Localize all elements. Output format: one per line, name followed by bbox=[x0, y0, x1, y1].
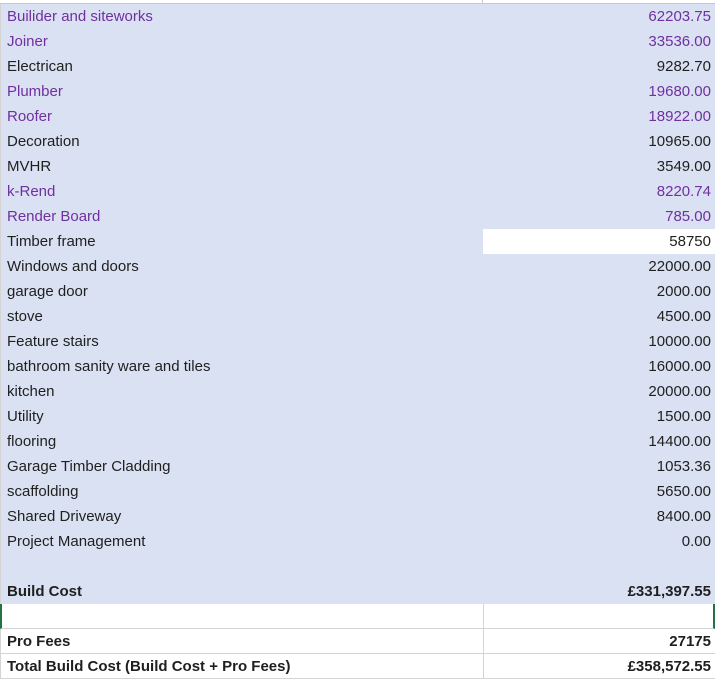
cost-item-row[interactable]: Builider and siteworks 62203.75 bbox=[0, 4, 715, 29]
blank-label-cell[interactable] bbox=[0, 554, 483, 579]
cost-item-label[interactable]: Render Board bbox=[0, 204, 483, 229]
selected-label-cell[interactable] bbox=[0, 604, 483, 629]
cost-item-label[interactable]: Electrican bbox=[0, 54, 483, 79]
cost-item-value[interactable]: 5650.00 bbox=[483, 479, 715, 504]
build-cost-value[interactable]: £331,397.55 bbox=[483, 579, 715, 604]
cost-item-label[interactable]: Feature stairs bbox=[0, 329, 483, 354]
cost-item-row[interactable]: Project Management 0.00 bbox=[0, 529, 715, 554]
cost-item-row[interactable]: flooring 14400.00 bbox=[0, 429, 715, 454]
cost-item-row[interactable]: Shared Driveway 8400.00 bbox=[0, 504, 715, 529]
cost-item-row[interactable]: kitchen 20000.00 bbox=[0, 379, 715, 404]
build-cost-label[interactable]: Build Cost bbox=[0, 579, 483, 604]
cost-item-row[interactable]: Garage Timber Cladding 1053.36 bbox=[0, 454, 715, 479]
cost-item-row[interactable]: stove 4500.00 bbox=[0, 304, 715, 329]
cost-item-row[interactable]: garage door 2000.00 bbox=[0, 279, 715, 304]
cost-item-label[interactable]: Garage Timber Cladding bbox=[0, 454, 483, 479]
cost-item-label[interactable]: stove bbox=[0, 304, 483, 329]
cost-item-value[interactable]: 62203.75 bbox=[483, 4, 715, 29]
cost-item-row[interactable]: Windows and doors 22000.00 bbox=[0, 254, 715, 279]
cost-item-value[interactable]: 1500.00 bbox=[483, 404, 715, 429]
build-cost-row[interactable]: Build Cost £331,397.55 bbox=[0, 579, 715, 604]
cost-item-label[interactable]: Roofer bbox=[0, 104, 483, 129]
cost-item-row[interactable]: Decoration 10965.00 bbox=[0, 129, 715, 154]
cost-item-row[interactable]: Utility 1500.00 bbox=[0, 404, 715, 429]
cost-item-row[interactable]: Feature stairs 10000.00 bbox=[0, 329, 715, 354]
cost-item-row[interactable]: Electrican 9282.70 bbox=[0, 54, 715, 79]
cost-item-label[interactable]: Joiner bbox=[0, 29, 483, 54]
spreadsheet-grid: Builider and siteworks 62203.75 Joiner 3353… bbox=[0, 0, 715, 682]
total-build-cost-value[interactable]: £358,572.55 bbox=[483, 654, 715, 679]
cost-item-label[interactable]: kitchen bbox=[0, 379, 483, 404]
total-build-cost-row[interactable]: Total Build Cost (Build Cost + Pro Fees)… bbox=[0, 654, 715, 679]
cost-item-value[interactable]: 8220.74 bbox=[483, 179, 715, 204]
cost-item-row[interactable]: k-Rend 8220.74 bbox=[0, 179, 715, 204]
cost-item-row[interactable]: Joiner 33536.00 bbox=[0, 29, 715, 54]
blank-value-cell[interactable] bbox=[483, 554, 715, 579]
pro-fees-label[interactable]: Pro Fees bbox=[0, 629, 483, 654]
cost-item-value[interactable]: 1053.36 bbox=[483, 454, 715, 479]
cost-item-value[interactable]: 58750 bbox=[483, 229, 715, 254]
cost-item-value[interactable]: 2000.00 bbox=[483, 279, 715, 304]
cost-item-row[interactable]: Plumber 19680.00 bbox=[0, 79, 715, 104]
cost-item-value[interactable]: 16000.00 bbox=[483, 354, 715, 379]
cost-item-value[interactable]: 14400.00 bbox=[483, 429, 715, 454]
cost-item-row[interactable]: MVHR 3549.00 bbox=[0, 154, 715, 179]
cost-item-label[interactable]: Project Management bbox=[0, 529, 483, 554]
cost-item-label[interactable]: Plumber bbox=[0, 79, 483, 104]
total-build-cost-label[interactable]: Total Build Cost (Build Cost + Pro Fees) bbox=[0, 654, 483, 679]
cost-item-row[interactable]: scaffolding 5650.00 bbox=[0, 479, 715, 504]
cost-item-value[interactable]: 785.00 bbox=[483, 204, 715, 229]
cost-item-value[interactable]: 10000.00 bbox=[483, 329, 715, 354]
cost-item-value[interactable]: 4500.00 bbox=[483, 304, 715, 329]
cost-item-label[interactable]: MVHR bbox=[0, 154, 483, 179]
cost-item-value[interactable]: 33536.00 bbox=[483, 29, 715, 54]
cost-item-row[interactable]: Timber frame 58750 bbox=[0, 229, 715, 254]
cost-item-value[interactable]: 8400.00 bbox=[483, 504, 715, 529]
cost-item-value[interactable]: 0.00 bbox=[483, 529, 715, 554]
cost-item-label[interactable]: bathroom sanity ware and tiles bbox=[0, 354, 483, 379]
pro-fees-row[interactable]: Pro Fees 27175 bbox=[0, 629, 715, 654]
cost-item-value[interactable]: 19680.00 bbox=[483, 79, 715, 104]
blank-row[interactable] bbox=[0, 554, 715, 579]
cost-item-value[interactable]: 18922.00 bbox=[483, 104, 715, 129]
cost-item-row[interactable]: Render Board 785.00 bbox=[0, 204, 715, 229]
cost-item-label[interactable]: k-Rend bbox=[0, 179, 483, 204]
cost-item-label[interactable]: Timber frame bbox=[0, 229, 483, 254]
pro-fees-value[interactable]: 27175 bbox=[483, 629, 715, 654]
cost-item-label[interactable]: Windows and doors bbox=[0, 254, 483, 279]
cost-item-value[interactable]: 3549.00 bbox=[483, 154, 715, 179]
cost-item-row[interactable]: bathroom sanity ware and tiles 16000.00 bbox=[0, 354, 715, 379]
cost-item-label[interactable]: Decoration bbox=[0, 129, 483, 154]
cost-item-value[interactable]: 9282.70 bbox=[483, 54, 715, 79]
cost-item-label[interactable]: scaffolding bbox=[0, 479, 483, 504]
selected-empty-row[interactable] bbox=[0, 604, 715, 629]
cost-item-value[interactable]: 22000.00 bbox=[483, 254, 715, 279]
selected-value-cell[interactable] bbox=[483, 604, 715, 629]
cost-item-label[interactable]: Builider and siteworks bbox=[0, 4, 483, 29]
cost-item-value[interactable]: 10965.00 bbox=[483, 129, 715, 154]
cost-item-label[interactable]: Utility bbox=[0, 404, 483, 429]
cost-item-value[interactable]: 20000.00 bbox=[483, 379, 715, 404]
cost-item-label[interactable]: flooring bbox=[0, 429, 483, 454]
cost-item-row[interactable]: Roofer 18922.00 bbox=[0, 104, 715, 129]
cost-item-label[interactable]: garage door bbox=[0, 279, 483, 304]
cost-item-label[interactable]: Shared Driveway bbox=[0, 504, 483, 529]
